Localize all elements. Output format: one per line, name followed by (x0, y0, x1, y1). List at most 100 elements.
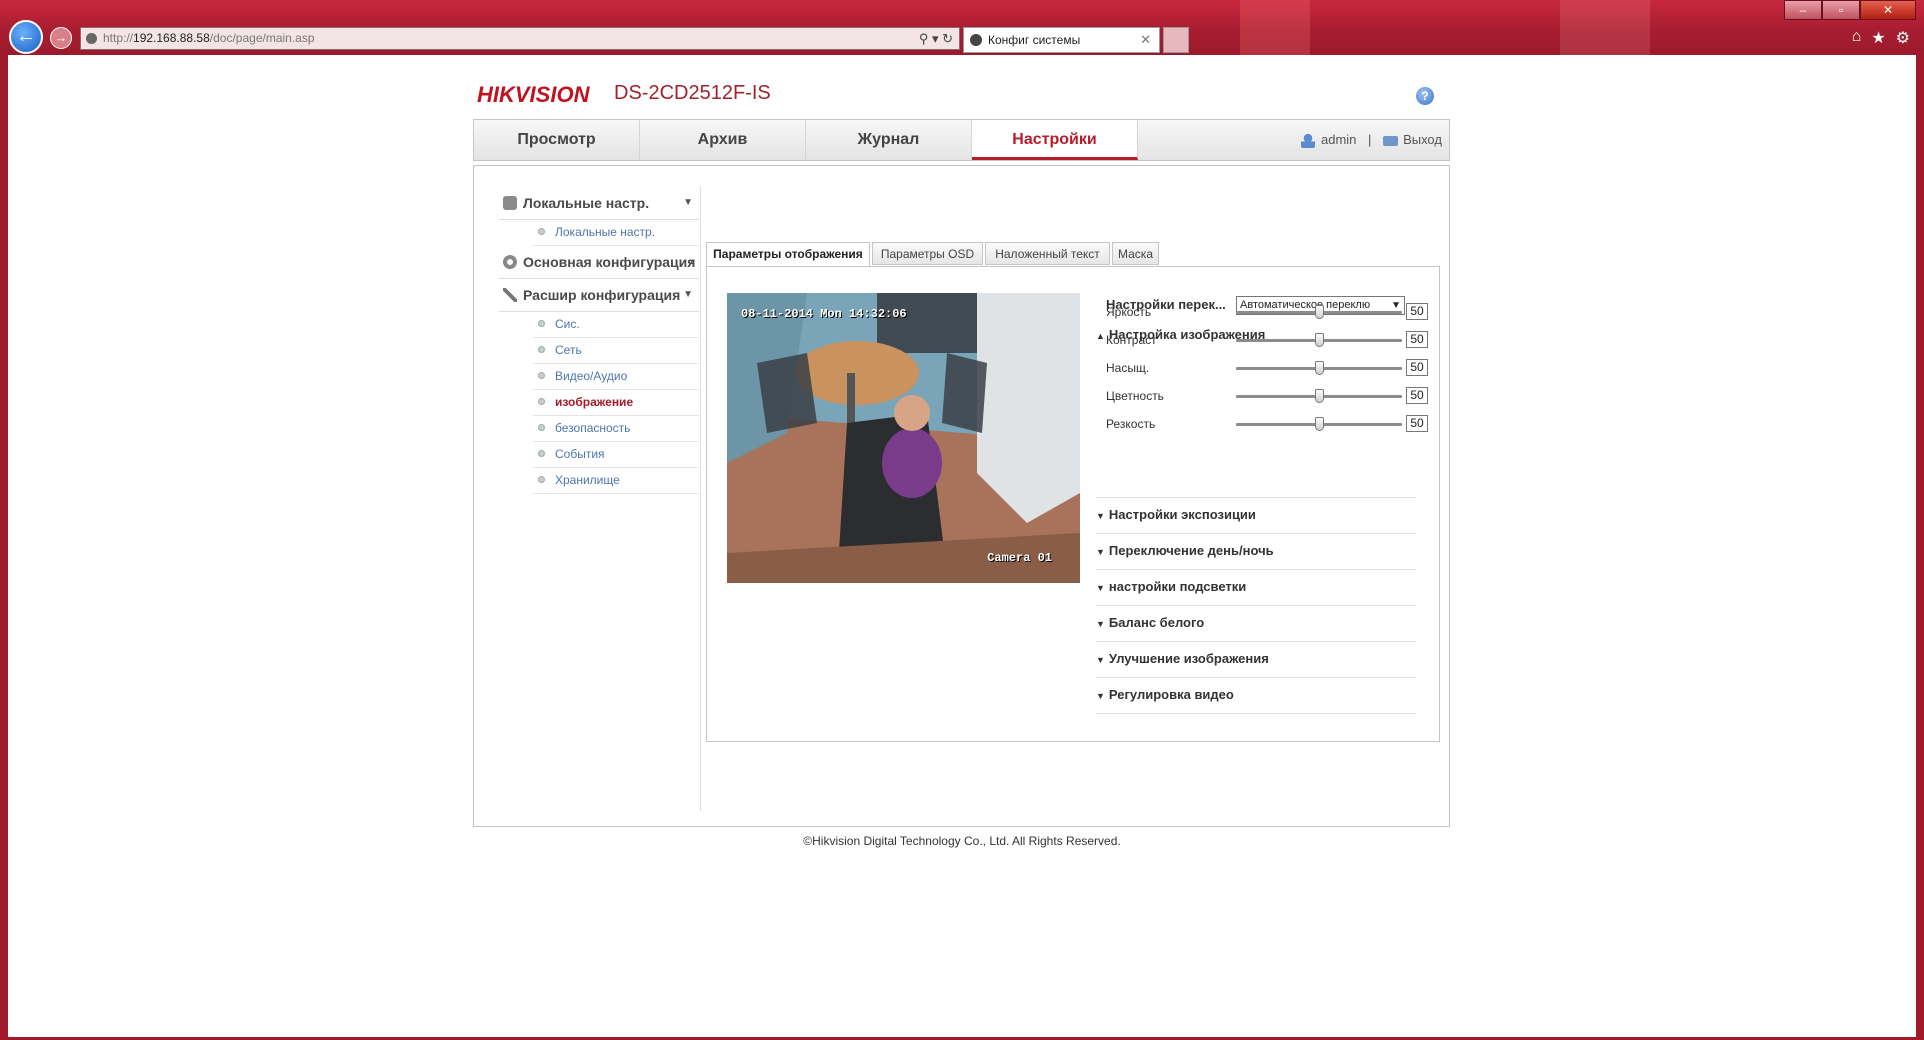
menu-item-label: изображение (555, 395, 634, 409)
page-icon (86, 33, 97, 44)
section-label: Баланс белого (1108, 615, 1205, 630)
titlebar-decoration (1560, 0, 1650, 55)
slider-label: Контраст (1106, 333, 1157, 347)
wrench-icon (503, 288, 517, 302)
section-divider (1096, 533, 1416, 534)
slider-value-field[interactable]: 50 (1406, 415, 1428, 432)
section-image-enhancement[interactable]: ▼ Улучшение изображения (1096, 651, 1269, 666)
config-menu: Локальные настр. ▼ Локальные настр. Осно… (499, 187, 699, 494)
menu-divider (700, 187, 701, 811)
section-day-night[interactable]: ▼ Переключение день/ночь (1096, 543, 1274, 558)
menu-item-security[interactable]: безопасность (533, 416, 699, 442)
device-model: DS-2CD2512F-IS (614, 82, 771, 104)
section-video-adjustment[interactable]: ▼ Регулировка видео (1096, 687, 1234, 702)
slider-row: Контраст 50 (1106, 330, 1431, 350)
footer-copyright: ©Hikvision Digital Technology Co., Ltd. … (803, 834, 1121, 848)
menu-item-label: Сис. (555, 317, 580, 331)
username: admin (1321, 132, 1357, 147)
user-area: admin | Выход (1301, 120, 1442, 160)
slider-thumb[interactable] (1315, 417, 1324, 431)
preview-camera-name: Camera 01 (987, 551, 1052, 565)
menu-item-label: Видео/Аудио (555, 369, 628, 383)
minimize-button[interactable]: – (1784, 0, 1822, 20)
menu-item-label: Сеть (555, 343, 582, 357)
section-label: Регулировка видео (1108, 687, 1234, 702)
maximize-button[interactable]: ▫ (1822, 0, 1860, 20)
back-button[interactable]: ← (9, 20, 43, 54)
separator: | (1368, 132, 1372, 147)
tab-live-view[interactable]: Просмотр (474, 120, 640, 160)
section-label: Улучшение изображения (1108, 651, 1269, 666)
section-exposure[interactable]: ▼ Настройки экспозиции (1096, 507, 1256, 522)
tab-configuration[interactable]: Настройки (972, 120, 1138, 160)
search-refresh-icon[interactable]: ⚲ ▾ ↻ (919, 28, 953, 49)
slider-thumb[interactable] (1315, 361, 1324, 375)
close-tab-icon[interactable]: ✕ (1140, 28, 1151, 52)
gear-icon[interactable]: ⚙ (1896, 28, 1910, 48)
menu-item-storage[interactable]: Хранилище (533, 468, 699, 494)
tab-log[interactable]: Журнал (806, 120, 972, 160)
slider-thumb[interactable] (1315, 333, 1324, 347)
menu-advanced[interactable]: Расшир конфигурация ▼ (499, 279, 699, 312)
section-white-balance[interactable]: ▼ Баланс белого (1096, 615, 1204, 630)
help-icon[interactable]: ? (1416, 87, 1434, 105)
subtab-privacy-mask[interactable]: Маска (1112, 242, 1159, 265)
menu-item-events[interactable]: События (533, 442, 699, 468)
address-bar[interactable]: http://192.168.88.58/doc/page/main.asp ⚲… (80, 27, 960, 50)
slider-value-field[interactable]: 50 (1406, 387, 1428, 404)
home-icon[interactable]: ⌂ (1852, 28, 1862, 48)
slider-value-field[interactable]: 50 (1406, 331, 1428, 348)
subtab-text-overlay[interactable]: Наложенный текст (985, 242, 1110, 265)
slider-row: Насыщ. 50 (1106, 358, 1431, 378)
menu-item-video-audio[interactable]: Видео/Аудио (533, 364, 699, 390)
new-tab-button[interactable] (1163, 27, 1189, 53)
slider-row: Яркость 50 (1106, 302, 1431, 322)
logout-link[interactable]: Выход (1383, 132, 1442, 147)
logout-icon (1383, 135, 1399, 146)
forward-button[interactable]: → (50, 27, 72, 49)
section-divider (1096, 569, 1416, 570)
slider-row: Резкость 50 (1106, 414, 1431, 434)
camera-preview: 08-11-2014 Mon 14:32:06 Camera 01 (727, 293, 1080, 583)
menu-item-system[interactable]: Сис. (533, 312, 699, 338)
browser-tab[interactable]: Конфиг системы ✕ (963, 27, 1160, 53)
slider-row: Цветность 50 (1106, 386, 1431, 406)
browser-tools: ⌂ ★ ⚙ (1852, 28, 1910, 48)
section-label: Настройки экспозиции (1108, 507, 1256, 522)
menu-item-local[interactable]: Локальные настр. (533, 220, 699, 246)
menu-item-network[interactable]: Сеть (533, 338, 699, 364)
subtab-display-settings[interactable]: Параметры отображения (706, 242, 870, 267)
section-label: настройки подсветки (1108, 579, 1247, 594)
tab-playback[interactable]: Архив (640, 120, 806, 160)
bullet-icon (538, 320, 545, 327)
brand-logo: HIKVISION (477, 82, 590, 107)
section-backlight[interactable]: ▼ настройки подсветки (1096, 579, 1246, 594)
subtab-osd-settings[interactable]: Параметры OSD (872, 242, 983, 265)
section-divider (1096, 497, 1416, 498)
chevron-down-icon: ▼ (1096, 583, 1105, 593)
chevron-down-icon: ▼ (1096, 511, 1105, 521)
browser-titlebar: – ▫ ✕ ← → http://192.168.88.58/doc/page/… (0, 0, 1924, 55)
favicon-icon (970, 34, 982, 46)
slider-label: Цветность (1106, 389, 1164, 403)
slider-thumb[interactable] (1315, 305, 1324, 319)
slider-value-field[interactable]: 50 (1406, 303, 1428, 320)
close-window-button[interactable]: ✕ (1860, 0, 1916, 20)
chevron-down-icon: ▼ (683, 289, 693, 300)
slider-value-field[interactable]: 50 (1406, 359, 1428, 376)
monitor-icon (503, 196, 517, 210)
star-icon[interactable]: ★ (1871, 28, 1885, 48)
chevron-up-icon: ▲ (1096, 331, 1105, 341)
bullet-icon (538, 450, 545, 457)
chevron-down-icon: ▼ (1096, 619, 1105, 629)
menu-item-image[interactable]: изображение (533, 390, 699, 416)
menu-basic[interactable]: Основная конфигурация › (499, 246, 699, 279)
menu-local[interactable]: Локальные настр. ▼ (499, 187, 699, 220)
window-controls: – ▫ ✕ (1784, 0, 1916, 20)
url-prefix: http:// (103, 31, 134, 45)
titlebar-decoration (1240, 0, 1310, 55)
logout-label: Выход (1403, 132, 1442, 147)
bullet-icon (538, 398, 545, 405)
camera-image (727, 293, 1080, 583)
slider-thumb[interactable] (1315, 389, 1324, 403)
